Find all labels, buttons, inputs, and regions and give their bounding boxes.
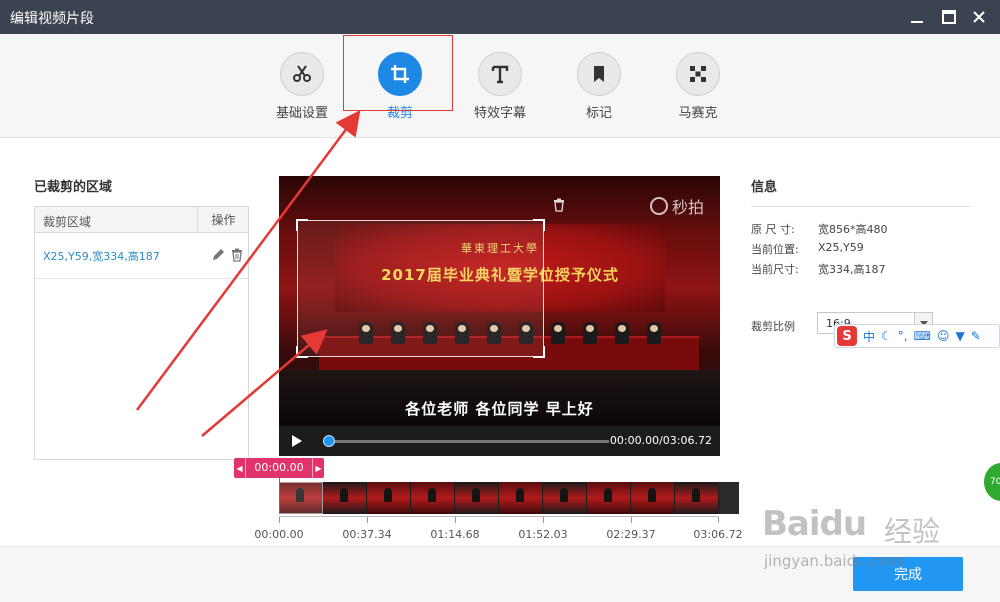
original-size-value: 宽856*高480: [818, 223, 888, 236]
original-size-row: 原 尺 寸: 宽856*高480: [751, 221, 888, 237]
crop-handle-top-left[interactable]: [296, 219, 308, 231]
cropped-regions-table: 裁剪区域 操作 X25,Y59,宽334,高187: [34, 206, 249, 460]
tool-mark[interactable]: 标记: [554, 52, 644, 121]
maximize-icon: [942, 10, 956, 24]
crop-selection-rectangle[interactable]: [296, 219, 545, 358]
tool-label: 特效字幕: [473, 106, 526, 121]
filmstrip-selection[interactable]: [279, 482, 323, 514]
video-frame: 華東理工大學 2017届毕业典礼暨学位授予仪式 各位老师 各位同学 早上好 秒拍: [279, 176, 720, 426]
video-preview[interactable]: 華東理工大學 2017届毕业典礼暨学位授予仪式 各位老师 各位同学 早上好 秒拍: [279, 176, 720, 456]
tool-label: 马赛克: [678, 106, 718, 121]
playhead-time: 00:00.00: [254, 461, 304, 474]
bookmark-icon: [577, 52, 621, 96]
tool-label: 基础设置: [275, 106, 328, 121]
maximize-button[interactable]: [938, 6, 960, 28]
footer-bar: [0, 546, 1000, 602]
table-row[interactable]: X25,Y59,宽334,高187: [35, 233, 248, 279]
close-icon: [973, 11, 985, 23]
crop-ratio-label: 裁剪比例: [751, 320, 795, 333]
seek-handle[interactable]: [323, 435, 335, 447]
step-back-icon[interactable]: ◀: [234, 458, 246, 478]
tool-effect-subtitles[interactable]: 特效字幕: [455, 52, 545, 121]
title-bar: 编辑视频片段: [0, 0, 1000, 34]
tool-crop[interactable]: 裁剪: [355, 52, 445, 121]
tool-label: 标记: [585, 106, 612, 121]
column-header-actions: 操作: [197, 207, 249, 233]
playback-time: 00:00.00/03:06.72: [609, 434, 712, 447]
watermark-text: 秒拍: [671, 198, 704, 217]
wrench-icon[interactable]: ✎: [971, 329, 981, 343]
tick-label: 02:29.37: [606, 528, 656, 541]
filmstrip[interactable]: [279, 482, 739, 514]
playhead-marker[interactable]: ◀ 00:00.00 ▶: [234, 458, 324, 478]
current-size-label: 当前尺寸:: [751, 263, 799, 276]
column-header-region: 裁剪区域: [43, 215, 92, 229]
user-icon[interactable]: ☺: [937, 329, 950, 343]
current-position-label: 当前位置:: [751, 243, 799, 256]
seek-bar[interactable]: [323, 440, 609, 443]
tick-label: 01:14.68: [430, 528, 480, 541]
crop-handle-bottom-left[interactable]: [296, 346, 308, 358]
crop-icon: [378, 52, 422, 96]
moon-icon[interactable]: ☾: [881, 329, 892, 343]
window-title: 编辑视频片段: [10, 11, 94, 27]
cropped-regions-title: 已裁剪的区域: [34, 180, 113, 195]
tool-basic-settings[interactable]: 基础设置: [257, 52, 347, 121]
step-forward-icon[interactable]: ▶: [312, 458, 324, 478]
crop-region-value: X25,Y59,宽334,高187: [43, 250, 160, 263]
crop-handle-top-right[interactable]: [533, 219, 545, 231]
ime-mode-toggle[interactable]: 中: [863, 328, 875, 345]
video-watermark: 秒拍: [649, 194, 704, 218]
table-header: 裁剪区域 操作: [35, 207, 248, 233]
toolbar: 基础设置 裁剪 特效字幕 标记 马赛克: [0, 34, 1000, 138]
delete-crop-icon[interactable]: [552, 198, 566, 212]
tick-label: 00:00.00: [254, 528, 304, 541]
close-button[interactable]: [968, 6, 990, 28]
edit-icon[interactable]: [211, 248, 225, 262]
side-badge[interactable]: 70: [984, 463, 1000, 501]
info-divider: [751, 206, 971, 207]
minimize-icon: [911, 21, 923, 23]
ime-logo[interactable]: S: [837, 326, 857, 346]
tool-label: 裁剪: [386, 106, 413, 121]
info-title: 信息: [751, 180, 778, 195]
video-controls: 00:00.00/03:06.72: [279, 426, 720, 456]
trash-icon[interactable]: [230, 248, 244, 262]
current-position-row: 当前位置: X25,Y59: [751, 241, 864, 257]
play-icon[interactable]: [287, 432, 305, 450]
watermark-logo-icon: [649, 197, 668, 215]
done-button[interactable]: 完成: [853, 557, 963, 591]
timeline-ruler: [279, 516, 719, 523]
mosaic-icon: [676, 52, 720, 96]
punctuation-icon[interactable]: °,: [898, 329, 908, 343]
ime-toolbar: S 中 ☾ °, ⌨ ☺ ▼ ✎: [834, 324, 1000, 348]
current-position-value: X25,Y59: [818, 241, 864, 254]
tick-label: 01:52.03: [518, 528, 568, 541]
minimize-button[interactable]: [906, 6, 928, 28]
baidu-brand: Baidu: [762, 504, 867, 544]
baidu-brand-cn: 经验: [884, 515, 941, 548]
playhead-line: [279, 478, 280, 514]
tick-label: 00:37.34: [342, 528, 392, 541]
keyboard-icon[interactable]: ⌨: [914, 329, 931, 343]
shirt-icon[interactable]: ▼: [955, 329, 964, 343]
text-icon: [478, 52, 522, 96]
scissors-icon: [280, 52, 324, 96]
current-size-row: 当前尺寸: 宽334,高187: [751, 261, 886, 277]
original-size-label: 原 尺 寸:: [751, 223, 795, 236]
video-subtitle: 各位老师 各位同学 早上好: [405, 400, 594, 418]
current-size-value: 宽334,高187: [818, 263, 886, 276]
tool-mosaic[interactable]: 马赛克: [653, 52, 743, 121]
crop-handle-bottom-right[interactable]: [533, 346, 545, 358]
tick-label: 03:06.72: [693, 528, 743, 541]
